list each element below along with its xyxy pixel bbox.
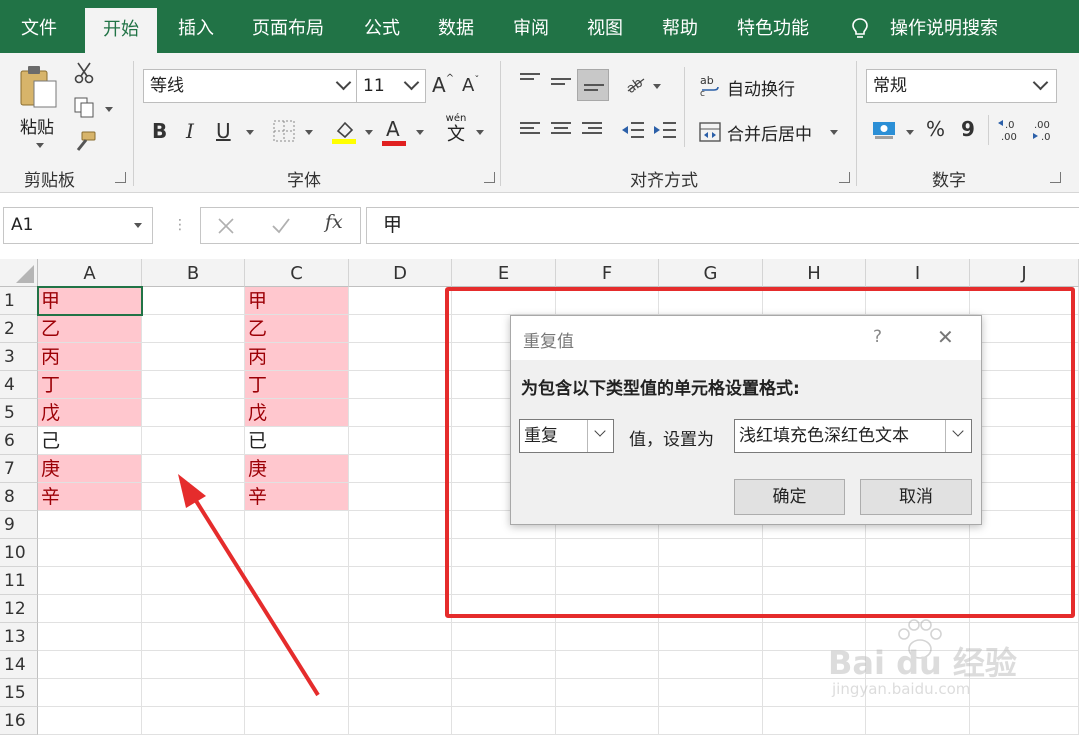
- watermark-url: jingyan.baidu.com: [832, 680, 971, 698]
- watermark-brand: Bai du 经验: [828, 644, 1017, 682]
- watermark: Bai du 经验 jingyan.baidu.com: [828, 619, 1028, 702]
